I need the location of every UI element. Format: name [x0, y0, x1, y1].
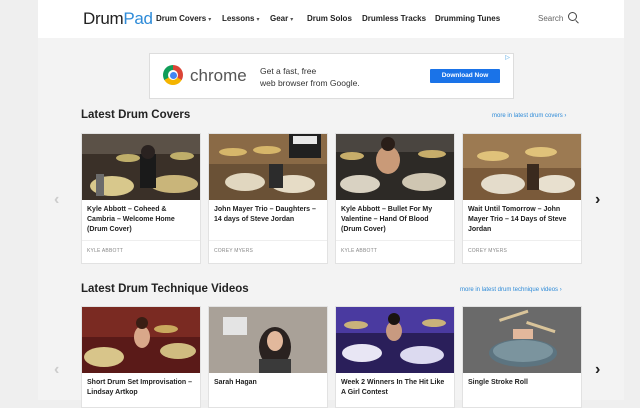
video-thumbnail[interactable]: [463, 307, 581, 373]
video-card[interactable]: Single Stroke Roll: [462, 306, 582, 408]
search-link[interactable]: Search: [538, 14, 563, 23]
page-frame: DrumPad Drum Covers ▾ Lessons ▾ Gear ▾ Drum…: [38, 0, 624, 408]
nav-lessons[interactable]: Lessons ▾: [222, 14, 259, 23]
site-logo[interactable]: DrumPad: [83, 9, 153, 29]
nav-drum-solos[interactable]: Drum Solos: [307, 14, 352, 23]
video-thumbnail[interactable]: [463, 134, 581, 200]
card-title[interactable]: Week 2 Winners In The Hit Like A Girl Co…: [336, 373, 454, 398]
more-drum-covers-link[interactable]: more in latest drum covers ›: [492, 113, 566, 119]
video-thumbnail[interactable]: [336, 134, 454, 200]
card-title[interactable]: Kyle Abbott – Coheed & Cambria – Welcome…: [82, 200, 200, 235]
video-card[interactable]: Sarah Hagan: [208, 306, 328, 408]
chrome-logo-icon: [163, 65, 183, 85]
section-title-technique-videos: Latest Drum Technique Videos: [81, 283, 249, 295]
nav-drum-covers[interactable]: Drum Covers ▾: [156, 14, 211, 23]
card-title[interactable]: Wait Until Tomorrow – John Mayer Trio – …: [463, 200, 581, 235]
chevron-down-icon: ▾: [208, 17, 212, 23]
video-card[interactable]: Week 2 Winners In The Hit Like A Girl Co…: [335, 306, 455, 408]
chevron-down-icon: ▾: [290, 17, 294, 23]
card-author[interactable]: KYLE ABBOTT: [341, 248, 377, 254]
card-title[interactable]: Sarah Hagan: [209, 373, 327, 388]
chevron-down-icon: ▾: [256, 17, 260, 23]
video-card[interactable]: Kyle Abbott – Bullet For My Valentine – …: [335, 133, 455, 264]
video-card[interactable]: Kyle Abbott – Coheed & Cambria – Welcome…: [81, 133, 201, 264]
card-title[interactable]: John Mayer Trio – Daughters – 14 days of…: [209, 200, 327, 225]
card-title[interactable]: Kyle Abbott – Bullet For My Valentine – …: [336, 200, 454, 235]
card-divider: [82, 240, 200, 241]
carousel-prev-icon[interactable]: ‹: [54, 361, 59, 379]
carousel-prev-icon[interactable]: ‹: [54, 191, 59, 209]
logo-pad-text: Pad: [123, 9, 153, 28]
logo-drum-text: Drum: [83, 9, 124, 28]
video-thumbnail[interactable]: [336, 307, 454, 373]
card-author[interactable]: COREY MYERS: [468, 248, 507, 254]
video-thumbnail[interactable]: [209, 134, 327, 200]
ad-line-1: Get a fast, free: [260, 66, 317, 76]
nav-gear[interactable]: Gear ▾: [270, 14, 293, 23]
carousel-next-icon[interactable]: ›: [595, 191, 600, 209]
ad-info-icon[interactable]: ▷: [504, 55, 511, 62]
section-title-drum-covers: Latest Drum Covers: [81, 109, 191, 121]
download-now-button[interactable]: Download Now: [430, 69, 500, 83]
video-card[interactable]: Wait Until Tomorrow – John Mayer Trio – …: [462, 133, 582, 264]
site-header: DrumPad Drum Covers ▾ Lessons ▾ Gear ▾ Drum…: [38, 0, 624, 38]
card-title[interactable]: Short Drum Set Improvisation – Lindsay A…: [82, 373, 200, 398]
card-divider: [463, 240, 581, 241]
video-thumbnail[interactable]: [82, 307, 200, 373]
video-card[interactable]: Short Drum Set Improvisation – Lindsay A…: [81, 306, 201, 408]
video-thumbnail[interactable]: [82, 134, 200, 200]
more-technique-videos-link[interactable]: more in latest drum technique videos ›: [460, 287, 562, 293]
video-card[interactable]: John Mayer Trio – Daughters – 14 days of…: [208, 133, 328, 264]
ad-text: Get a fast, free web browser from Google…: [260, 65, 380, 89]
search-icon[interactable]: [568, 12, 577, 21]
card-divider: [336, 240, 454, 241]
nav-drumless-tracks[interactable]: Drumless Tracks: [362, 14, 426, 23]
card-author[interactable]: KYLE ABBOTT: [87, 248, 123, 254]
nav-drumming-tunes[interactable]: Drumming Tunes: [435, 14, 500, 23]
ad-banner[interactable]: ▷ chrome Get a fast, free web browser fr…: [149, 53, 514, 99]
carousel-next-icon[interactable]: ›: [595, 361, 600, 379]
card-title[interactable]: Single Stroke Roll: [463, 373, 581, 388]
ad-line-2: web browser from Google.: [260, 78, 360, 88]
card-author[interactable]: COREY MYERS: [214, 248, 253, 254]
card-divider: [209, 240, 327, 241]
ad-brand: chrome: [190, 66, 247, 85]
video-thumbnail[interactable]: [209, 307, 327, 373]
